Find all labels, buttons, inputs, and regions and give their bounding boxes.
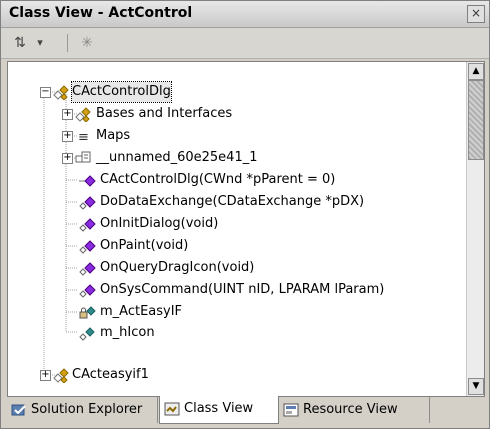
tree-row[interactable]: OnInitDialog(void) — [8, 214, 466, 234]
tree-row[interactable]: CActControlDlg(CWnd *pParent = 0) — [8, 170, 466, 190]
sort-icon[interactable]: ⇅ — [9, 33, 31, 53]
tree-item-label: OnQueryDragIcon(void) — [100, 260, 255, 275]
resource-view-icon — [283, 402, 299, 418]
svg-text:≡: ≡ — [78, 130, 89, 144]
tab-bar: Solution Explorer Class View Resource View — [7, 396, 483, 425]
solution-explorer-icon — [11, 402, 27, 418]
expand-icon[interactable]: + — [40, 370, 51, 381]
tree-row[interactable]: DoDataExchange(CDataExchange *pDX) — [8, 192, 466, 212]
class-icon — [52, 84, 70, 101]
tab-resource-view[interactable]: Resource View — [279, 397, 430, 423]
protected-method-icon — [78, 260, 96, 276]
tree-row[interactable]: m_ActEasyIF — [8, 302, 466, 322]
constructor-icon — [78, 172, 96, 188]
toolbar: ⇅ ▾ ✳ — [1, 28, 489, 59]
maps-icon: ≡ — [74, 128, 92, 145]
tree-row[interactable]: + ≡ Maps — [8, 126, 466, 146]
tree-item-label: __unnamed_60e25e41_1 — [96, 150, 258, 165]
tree-item-label: CActControlDlg(CWnd *pParent = 0) — [100, 172, 336, 187]
enum-icon — [74, 150, 92, 166]
tree-item-label: m_ActEasyIF — [100, 304, 183, 319]
scroll-thumb[interactable] — [468, 80, 484, 160]
tree-item-label: OnSysCommand(UINT nID, LPARAM lParam) — [100, 282, 385, 297]
tree-item-label: Maps — [96, 128, 131, 143]
collapse-icon[interactable]: − — [40, 87, 51, 98]
tree-row[interactable]: OnQueryDragIcon(void) — [8, 258, 466, 278]
protected-method-icon — [78, 194, 96, 210]
toolbar-separator — [67, 34, 68, 52]
tree-row[interactable]: + Bases and Interfaces — [8, 104, 466, 124]
tree-row[interactable]: OnSysCommand(UINT nID, LPARAM lParam) — [8, 280, 466, 300]
tree-row[interactable]: + CActeasyif1 — [8, 365, 466, 385]
bases-icon — [74, 106, 92, 123]
tree-row[interactable]: − CActControlDlg — [8, 81, 466, 103]
class-view-icon — [164, 401, 180, 417]
scroll-down-icon[interactable]: ▼ — [468, 378, 484, 395]
tree-item-label: m_hIcon — [100, 325, 155, 340]
expand-icon[interactable]: + — [62, 153, 73, 164]
tab-class-view[interactable]: Class View — [159, 396, 279, 424]
tab-solution-explorer[interactable]: Solution Explorer — [7, 397, 158, 423]
new-folder-icon[interactable]: ✳ — [75, 33, 99, 53]
sort-dropdown-icon[interactable]: ▾ — [33, 33, 47, 53]
expand-icon[interactable]: + — [62, 109, 73, 120]
tree-row[interactable]: m_hIcon — [8, 323, 466, 343]
window-title: Class View - ActControl — [9, 5, 193, 21]
tab-label: Class View — [184, 401, 254, 416]
protected-method-icon — [78, 216, 96, 232]
expand-icon[interactable]: + — [62, 131, 73, 142]
protected-method-icon — [78, 282, 96, 298]
tree-item-label: CActControlDlg — [71, 81, 172, 103]
tree-item-label: Bases and Interfaces — [96, 106, 233, 121]
tree-item-label: OnPaint(void) — [100, 238, 189, 253]
close-button[interactable]: × — [467, 5, 485, 23]
class-tree[interactable]: − CActControlDlg + Bases and Interfaces + ≡ Ma… — [7, 61, 485, 397]
title-bar: Class View - ActControl × — [1, 1, 489, 28]
tree-item-label: DoDataExchange(CDataExchange *pDX) — [100, 194, 365, 209]
protected-method-icon — [78, 238, 96, 254]
tree-item-label: CActeasyif1 — [72, 367, 149, 382]
tab-label: Solution Explorer — [31, 402, 143, 417]
tab-label: Resource View — [303, 402, 398, 417]
class-view-window: Class View - ActControl × ⇅ ▾ ✳ − CActCo… — [0, 0, 490, 429]
class-icon — [52, 367, 70, 384]
protected-field-icon — [78, 325, 96, 341]
tree-row[interactable]: OnPaint(void) — [8, 236, 466, 256]
tree-row[interactable]: + __unnamed_60e25e41_1 — [8, 148, 466, 168]
tree-item-label: OnInitDialog(void) — [100, 216, 219, 231]
scroll-up-icon[interactable]: ▲ — [468, 63, 484, 80]
private-field-icon — [78, 304, 96, 320]
vertical-scrollbar[interactable]: ▲ ▼ — [466, 62, 484, 396]
